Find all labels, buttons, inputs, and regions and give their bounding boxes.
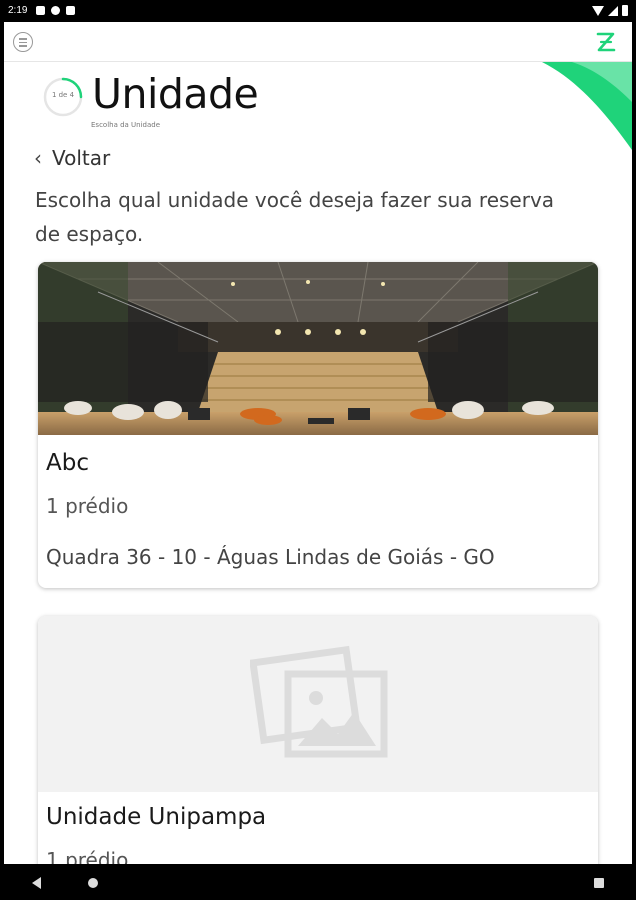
signal-icon xyxy=(608,5,618,16)
nav-recents-icon[interactable] xyxy=(594,878,604,888)
intro-text: Escolha qual unidade você deseja fazer s… xyxy=(35,188,555,246)
nav-home-icon[interactable] xyxy=(88,878,98,888)
back-button[interactable]: ‹ Voltar xyxy=(34,146,110,170)
nav-back-icon[interactable] xyxy=(32,877,41,889)
notification-icon xyxy=(36,6,45,15)
system-nav-bar xyxy=(0,864,636,900)
unit-address: Quadra 36 - 10 - Águas Lindas de Goiás -… xyxy=(46,545,495,569)
unit-name: Abc xyxy=(46,450,89,476)
menu-circle-icon[interactable] xyxy=(13,32,33,52)
corner-decoration xyxy=(542,62,632,150)
notification-icon xyxy=(66,6,75,15)
z-logo-icon xyxy=(596,32,616,52)
unit-card[interactable]: Abc 1 prédio Quadra 36 - 10 - Águas Lind… xyxy=(38,262,598,588)
chevron-left-icon: ‹ xyxy=(34,146,42,170)
unit-photo xyxy=(38,262,598,435)
back-label: Voltar xyxy=(52,146,111,170)
unit-buildings: 1 prédio xyxy=(46,848,129,864)
page-title: Unidade xyxy=(92,70,259,118)
unit-name: Unidade Unipampa xyxy=(46,804,267,830)
app-bar xyxy=(4,22,632,62)
page-subtitle: Escolha da Unidade xyxy=(91,121,161,129)
unit-photo-placeholder xyxy=(38,616,598,792)
step-progress-ring xyxy=(43,77,83,117)
unit-buildings: 1 prédio xyxy=(46,494,129,518)
status-time: 2:19 xyxy=(8,5,28,16)
system-icons xyxy=(592,5,628,16)
app-screen: 1 de 4 Unidade Escolha da Unidade ‹ Volt… xyxy=(4,22,632,864)
notification-icon xyxy=(51,6,60,15)
status-bar: 2:19 xyxy=(0,0,636,22)
notification-icons xyxy=(36,6,75,15)
wifi-icon xyxy=(592,5,604,16)
image-placeholder-icon xyxy=(250,645,388,758)
unit-card[interactable]: Unidade Unipampa 1 prédio xyxy=(38,616,598,864)
battery-icon xyxy=(622,5,628,16)
